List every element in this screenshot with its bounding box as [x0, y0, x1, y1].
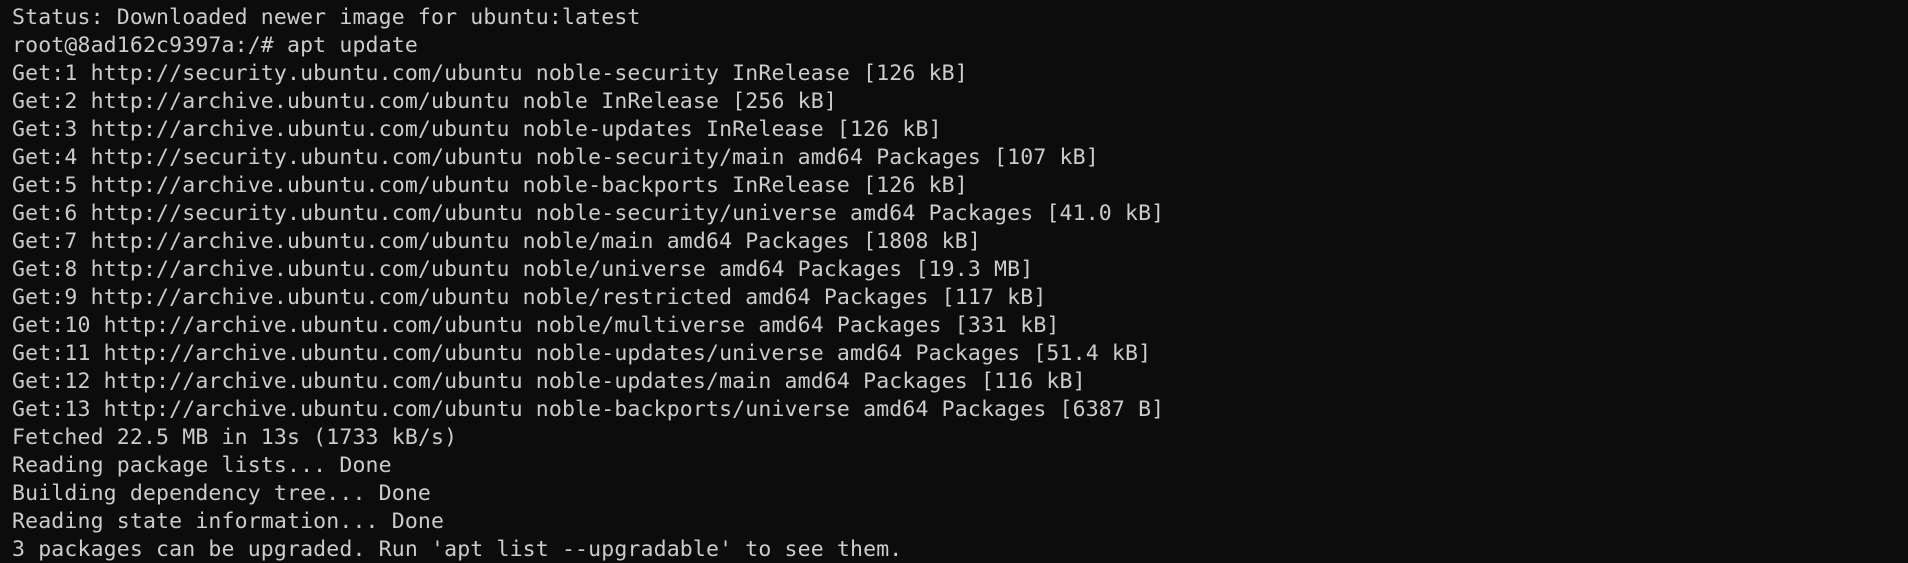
terminal-output[interactable]: Status: Downloaded newer image for ubunt…	[0, 0, 1908, 563]
upgrade-notice-line: 3 packages can be upgraded. Run 'apt lis…	[12, 537, 903, 562]
output-line: Get:9 http://archive.ubuntu.com/ubuntu n…	[12, 285, 1047, 310]
output-line: Get:4 http://security.ubuntu.com/ubuntu …	[12, 145, 1099, 170]
output-line: Reading package lists... Done	[12, 453, 392, 478]
status-line: Status: Downloaded newer image for ubunt…	[12, 5, 641, 30]
output-line: Get:3 http://archive.ubuntu.com/ubuntu n…	[12, 117, 942, 142]
output-line: Get:10 http://archive.ubuntu.com/ubuntu …	[12, 313, 1060, 338]
output-line: Get:7 http://archive.ubuntu.com/ubuntu n…	[12, 229, 981, 254]
output-line: Building dependency tree... Done	[12, 481, 432, 506]
output-line: Get:5 http://archive.ubuntu.com/ubuntu n…	[12, 173, 968, 198]
output-line: Get:13 http://archive.ubuntu.com/ubuntu …	[12, 397, 1165, 422]
output-line: Reading state information... Done	[12, 509, 445, 534]
output-line: Get:2 http://archive.ubuntu.com/ubuntu n…	[12, 89, 837, 114]
output-line: Get:11 http://archive.ubuntu.com/ubuntu …	[12, 341, 1152, 366]
command-prompt-line: root@8ad162c9397a:/# apt update	[12, 33, 418, 58]
fetch-summary-line: Fetched 22.5 MB in 13s (1733 kB/s)	[12, 425, 458, 450]
output-line: Get:1 http://security.ubuntu.com/ubuntu …	[12, 61, 968, 86]
output-line: Get:12 http://archive.ubuntu.com/ubuntu …	[12, 369, 1086, 394]
output-line: Get:6 http://security.ubuntu.com/ubuntu …	[12, 201, 1165, 226]
output-line: Get:8 http://archive.ubuntu.com/ubuntu n…	[12, 257, 1034, 282]
